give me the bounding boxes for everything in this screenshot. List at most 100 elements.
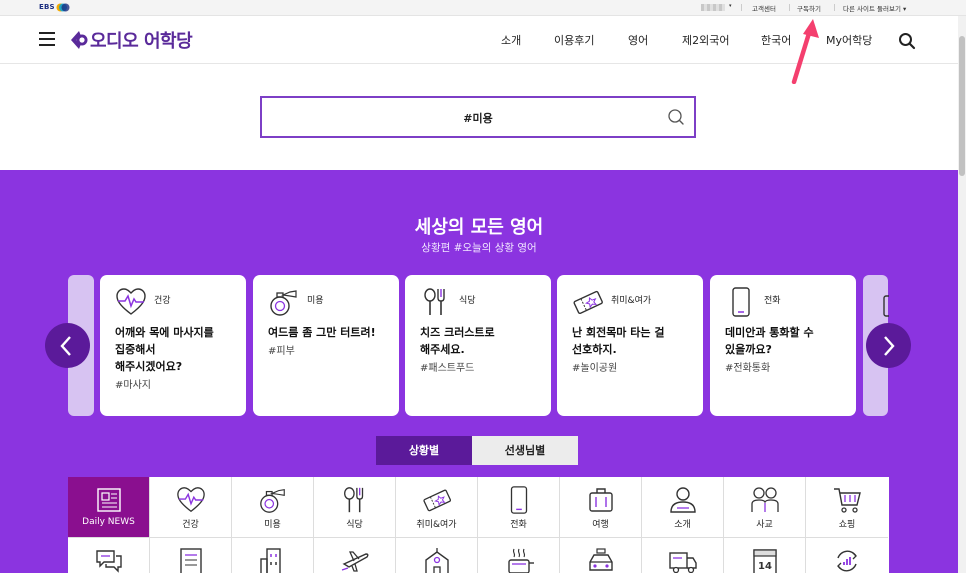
category-label: 식당 [346,520,363,530]
category-beauty[interactable]: 미용 [232,477,314,538]
category-school[interactable] [396,538,478,573]
card-category: 식당 [459,296,476,306]
building-icon [260,548,281,573]
suitcase-icon [589,488,613,512]
category-label: 취미&여가 [416,520,457,530]
tab-by-teacher[interactable]: 선생님별 [472,436,578,465]
category-label: 전화 [510,520,527,530]
category-delivery[interactable] [642,538,724,573]
logo-mark-icon [71,31,88,49]
chevron-left-icon [60,336,71,356]
customer-center-link[interactable]: 고객센터 [752,3,776,13]
section-subtitle: 상황편 #오늘의 상황 영어 [421,242,537,254]
taxi-icon [589,548,613,571]
category-conversation[interactable] [68,538,150,573]
scrollbar-thumb[interactable] [959,36,965,176]
situation-card[interactable]: 건강 어깨와 목에 마사지를 집중해서 해주시겠어요? #마사지 [100,275,246,416]
category-shopping[interactable]: 쇼핑 [806,477,888,538]
situation-card[interactable]: 취미&여가 난 회전목마 타는 걸 선호하지. #놀이공원 [557,275,703,416]
calendar-icon: 14 [753,549,777,573]
divider [789,4,790,11]
logo-text: 오디오 어학당 [90,31,193,52]
nav-korean[interactable]: 한국어 [761,32,791,48]
nav-my-academy[interactable]: My어학당 [826,32,872,48]
category-travel[interactable]: 여행 [560,477,642,538]
chevron-down-icon[interactable]: ▾ [729,3,732,9]
carousel-next-button[interactable] [866,323,911,368]
search-icon[interactable] [667,108,685,126]
category-daily-news[interactable]: Daily NEWS [68,477,150,538]
phone-icon [883,295,889,317]
other-sites-label: 다른 사이트 둘러보기 [843,5,901,13]
heart-pulse-icon [116,288,146,315]
ticket-icon [423,489,452,512]
section-title: 세상의 모든 영어 [414,217,544,238]
card-sentence: 어깨와 목에 마사지를 집중해서 해주시겠어요? [115,326,214,373]
category-social[interactable]: 사교 [724,477,806,538]
card-sentence: 난 회전목마 타는 걸 선호하지. [572,326,665,356]
category-transport[interactable] [560,538,642,573]
category-phone[interactable]: 전화 [478,477,560,538]
category-label: 소개 [674,520,691,530]
card-sentence: 치즈 크러스트로 해주세요. [420,326,495,356]
category-label: 건강 [182,520,199,530]
situation-card[interactable]: 식당 치즈 크러스트로 해주세요. #패스트푸드 [405,275,551,416]
card-tag: #전화통화 [725,363,771,374]
category-document[interactable] [150,538,232,573]
search-input[interactable]: #미용 [260,96,696,138]
subscribe-link[interactable]: 구독하기 [797,3,821,13]
category-label: 여행 [592,520,609,530]
ebs-brand[interactable]: EBS [39,3,55,11]
tab-by-situation[interactable]: 상황별 [376,436,472,465]
annotation-arrow-icon [791,19,819,84]
nav-reviews[interactable]: 이용후기 [554,32,594,48]
category-health[interactable]: 건강 [150,477,232,538]
other-sites-link[interactable]: 다른 사이트 둘러보기 ▾ [843,3,906,13]
category-office[interactable] [232,538,314,573]
newspaper-icon [97,488,121,512]
carousel-prev-button[interactable] [45,323,90,368]
category-restaurant[interactable]: 식당 [314,477,396,538]
card-category: 취미&여가 [611,296,652,306]
card-category: 전화 [764,296,781,306]
category-airport[interactable] [314,538,396,573]
nav-intro[interactable]: 소개 [501,32,521,48]
situation-card[interactable]: 미용 여드름 좀 그만 터트려! #피부 [253,275,399,416]
category-economy[interactable] [806,538,888,573]
phone-icon [732,287,750,317]
ebs-logo-icon[interactable] [56,3,70,12]
category-grid: Daily NEWS 건강 미용 식당 취미&여가 전화 여행 소개 사교 쇼핑… [68,477,889,573]
card-tag: #놀이공원 [572,363,618,374]
chevron-right-icon [884,336,895,356]
category-label: 사교 [756,520,773,530]
card-sentence: 여드름 좀 그만 터트려! [268,326,376,339]
category-introduction[interactable]: 소개 [642,477,724,538]
user-account-blurred[interactable] [701,4,725,11]
card-category: 미용 [307,296,324,306]
fork-spoon-icon [344,487,364,513]
nav-english[interactable]: 영어 [628,32,648,48]
card-category: 건강 [154,296,171,306]
calendar-day: 14 [758,561,772,572]
phone-icon [510,486,528,514]
search-query: #미용 [463,112,493,125]
category-label: 미용 [264,520,281,530]
cart-icon [834,488,861,513]
card-tag: #피부 [268,346,295,357]
pot-icon [508,548,534,573]
category-label: Daily NEWS [82,517,135,527]
nav-second-language[interactable]: 제2외국어 [682,32,729,48]
category-schedule[interactable]: 14 [724,538,806,573]
menu-icon[interactable] [39,32,55,46]
situation-card[interactable]: 전화 데미안과 통화할 수 있을까요? #전화통화 [710,275,856,416]
perfume-icon [260,489,285,513]
chart-cycle-icon [837,550,857,572]
site-logo[interactable]: 오디오 어학당 [69,28,193,52]
category-hobby[interactable]: 취미&여가 [396,477,478,538]
utility-bar: EBS ▾ 고객센터 구독하기 다른 사이트 둘러보기 ▾ [0,0,966,16]
category-cooking[interactable] [478,538,560,573]
page-scrollbar[interactable] [958,16,966,573]
search-icon[interactable] [898,32,916,50]
document-icon [180,548,202,573]
perfume-icon [270,290,297,316]
